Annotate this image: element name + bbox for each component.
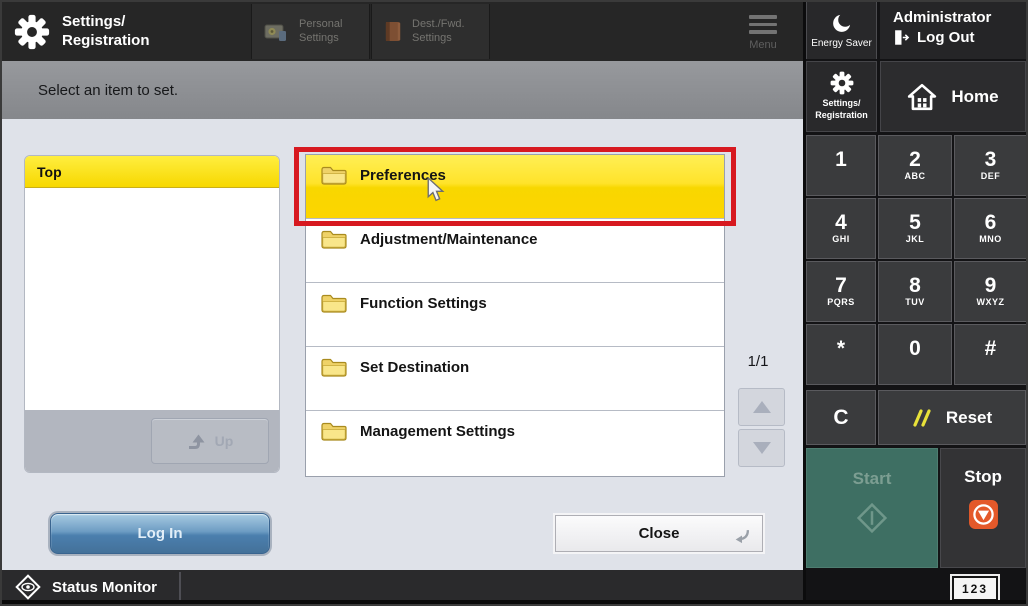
list-item-label: Adjustment/Maintenance xyxy=(360,231,538,248)
printer-touchscreen: Settings/ Registration Personal Settings xyxy=(0,0,1028,606)
page-title-group: Settings/ Registration xyxy=(14,2,150,61)
home-icon xyxy=(907,83,937,111)
status-bar: Status Monitor xyxy=(2,570,803,604)
folder-icon xyxy=(320,293,348,314)
up-button[interactable]: Up xyxy=(151,418,269,464)
key-2[interactable]: 2ABC xyxy=(878,135,952,196)
counter-check-key[interactable]: 123 xyxy=(952,576,998,601)
login-user-area[interactable]: Administrator Log Out xyxy=(880,2,1026,59)
tree-panel-title: Top xyxy=(25,156,279,188)
settings-registration-label: Settings/ Registration xyxy=(815,98,868,121)
top-header: Settings/ Registration Personal Settings xyxy=(2,2,803,61)
divider xyxy=(179,572,181,602)
up-triangle-icon xyxy=(753,401,771,413)
list-item-function-settings[interactable]: Function Settings xyxy=(306,283,724,347)
clear-key[interactable]: C xyxy=(806,390,876,445)
home-key[interactable]: Home xyxy=(880,61,1026,132)
log-in-button[interactable]: Log In xyxy=(50,513,270,554)
status-monitor-icon xyxy=(14,573,42,601)
key-1[interactable]: 1 xyxy=(806,135,876,196)
key-0[interactable]: 0 xyxy=(878,324,952,385)
settings-list: Preferences Adjustment/Maintenance Funct… xyxy=(305,154,725,477)
key-7[interactable]: 7PQRS xyxy=(806,261,876,322)
log-out-icon xyxy=(893,29,910,46)
reset-slashes-icon xyxy=(912,409,934,427)
close-label: Close xyxy=(639,525,680,542)
page-indicator: 1/1 xyxy=(730,353,786,370)
moon-icon xyxy=(831,12,853,34)
up-arrow-icon xyxy=(187,432,207,451)
tree-panel: Top Up xyxy=(24,155,280,473)
key-5[interactable]: 5JKL xyxy=(878,198,952,259)
list-item-preferences[interactable]: Preferences xyxy=(306,155,724,219)
key-hash[interactable]: # xyxy=(954,324,1027,385)
message-bar: Select an item to set. xyxy=(2,61,803,119)
hardware-key-panel: Energy Saver Administrator Log Out xyxy=(803,2,1026,604)
status-monitor-button[interactable]: Status Monitor xyxy=(52,579,157,596)
settings-gear-icon xyxy=(14,14,50,50)
personal-settings-icon xyxy=(264,21,290,43)
page-up-button[interactable] xyxy=(738,388,785,426)
folder-icon xyxy=(320,165,348,186)
list-item-set-destination[interactable]: Set Destination xyxy=(306,347,724,411)
key-3[interactable]: 3DEF xyxy=(954,135,1027,196)
list-item-management-settings[interactable]: Management Settings xyxy=(306,411,724,474)
touch-area: Settings/ Registration Personal Settings xyxy=(2,2,803,604)
mouse-cursor xyxy=(425,177,446,204)
start-key[interactable]: Start xyxy=(806,448,938,568)
up-button-label: Up xyxy=(215,433,234,449)
return-arrow-icon xyxy=(733,529,750,544)
dest-fwd-settings-label: Dest./Fwd. Settings xyxy=(412,18,465,46)
page-down-button[interactable] xyxy=(738,429,785,467)
message-text: Select an item to set. xyxy=(38,82,178,99)
main-content: Top Up Pr xyxy=(2,119,803,570)
list-item-label: Function Settings xyxy=(360,295,487,312)
folder-icon xyxy=(320,357,348,378)
screen-bottom-edge xyxy=(2,600,1026,604)
settings-gear-icon xyxy=(830,71,854,95)
address-book-icon xyxy=(384,20,403,43)
stop-label: Stop xyxy=(964,467,1002,487)
list-item-label: Set Destination xyxy=(360,359,469,376)
personal-settings-label: Personal Settings xyxy=(299,18,342,46)
stop-key[interactable]: Stop xyxy=(940,448,1026,568)
personal-settings-button[interactable]: Personal Settings xyxy=(251,4,370,59)
reset-key[interactable]: Reset xyxy=(878,390,1026,445)
settings-registration-key[interactable]: Settings/ Registration xyxy=(806,61,877,132)
home-label: Home xyxy=(951,87,998,107)
close-button[interactable]: Close xyxy=(555,515,763,552)
key-star[interactable]: * xyxy=(806,324,876,385)
down-triangle-icon xyxy=(753,442,771,454)
tree-panel-body xyxy=(25,188,279,410)
start-diamond-icon xyxy=(851,497,893,539)
key-4[interactable]: 4GHI xyxy=(806,198,876,259)
list-item-label: Management Settings xyxy=(360,423,515,440)
folder-icon xyxy=(320,229,348,250)
energy-saver-label: Energy Saver xyxy=(811,38,872,49)
dest-fwd-settings-button[interactable]: Dest./Fwd. Settings xyxy=(371,4,490,59)
key-6[interactable]: 6MNO xyxy=(954,198,1027,259)
logged-in-user: Administrator xyxy=(893,9,1026,26)
list-item-adjustment-maintenance[interactable]: Adjustment/Maintenance xyxy=(306,219,724,283)
start-label: Start xyxy=(853,469,892,489)
numeric-keypad: 1 2ABC 3DEF 4GHI 5JKL 6MNO 7PQRS 8TUV 9W… xyxy=(806,135,1027,387)
tree-panel-footer: Up xyxy=(25,410,279,472)
reset-label: Reset xyxy=(946,408,992,428)
folder-icon xyxy=(320,421,348,442)
page-title: Settings/ Registration xyxy=(62,13,150,51)
menu-button[interactable]: Menu xyxy=(725,8,801,58)
hamburger-icon xyxy=(749,15,777,34)
key-8[interactable]: 8TUV xyxy=(878,261,952,322)
menu-label: Menu xyxy=(749,39,777,51)
stop-icon xyxy=(968,499,999,530)
log-out-label: Log Out xyxy=(917,29,974,46)
energy-saver-button[interactable]: Energy Saver xyxy=(806,2,877,59)
key-9[interactable]: 9WXYZ xyxy=(954,261,1027,322)
